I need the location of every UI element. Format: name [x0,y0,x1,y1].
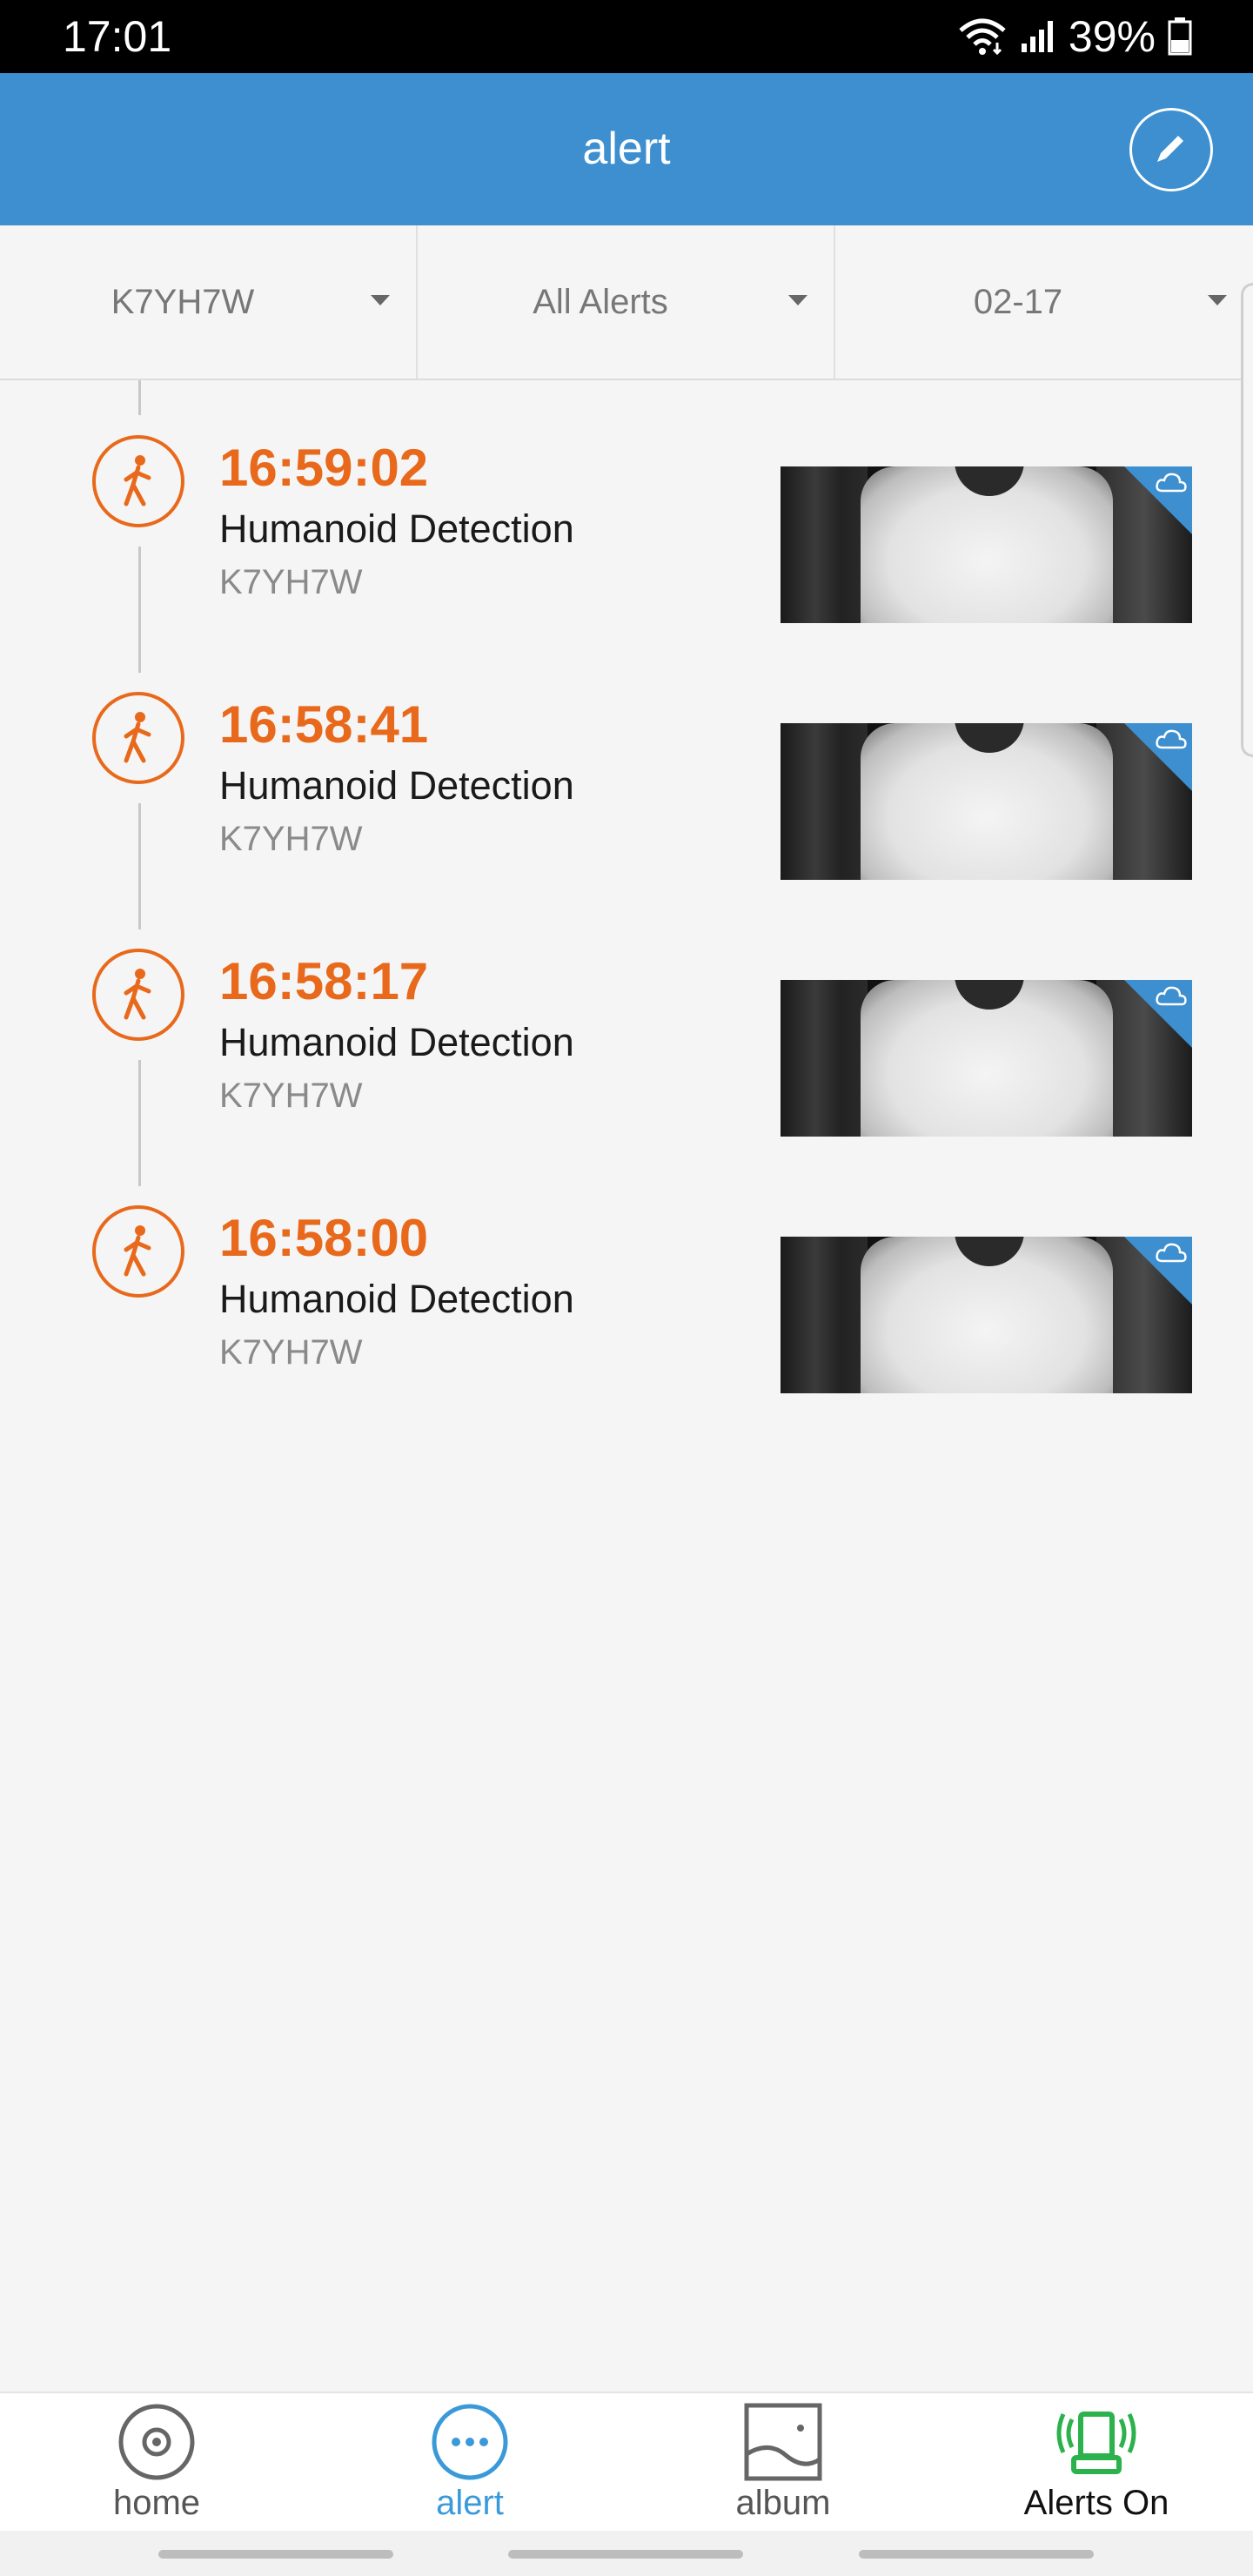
cloud-icon [1154,728,1189,755]
alert-thumbnail[interactable] [781,980,1192,1137]
alert-type: Humanoid Detection [219,1020,574,1064]
filter-bar: K7YH7W All Alerts 02-17 [0,225,1253,380]
nav-album[interactable]: album [626,2393,940,2531]
alert-type-filter-label: All Alerts [533,283,668,321]
nav-alert[interactable]: alert [313,2393,626,2531]
device-filter-label: K7YH7W [111,283,255,321]
app-header: alert [0,73,1253,225]
battery-icon [1168,17,1192,56]
date-filter-dropdown[interactable]: 02-17 [835,225,1253,379]
walking-person-icon [92,949,184,1041]
timeline-line [138,380,141,415]
alert-time: 16:58:41 [219,695,429,754]
signal-icon [1020,19,1056,54]
alert-type-filter-dropdown[interactable]: All Alerts [418,225,835,379]
pencil-icon [1152,129,1190,171]
chat-dots-icon [428,2400,512,2484]
nav-home-label: home [112,2484,201,2522]
cloud-icon [1154,985,1189,1012]
alerts-on-label: Alerts On [1023,2484,1169,2522]
alert-thumbnail[interactable] [781,466,1192,623]
gesture-pill [859,2550,1094,2559]
alarm-bell-icon [1055,2400,1138,2484]
caret-down-icon [371,295,390,305]
battery-text: 39% [1068,12,1156,61]
caret-down-icon [1208,295,1227,305]
alert-time: 16:58:17 [219,952,429,1010]
nav-album-label: album [735,2484,831,2522]
page-title: alert [582,124,671,174]
caret-down-icon [788,295,807,305]
alert-list-item[interactable]: 16:58:00 Humanoid Detection K7YH7W [0,1205,1253,1423]
walking-person-icon [92,1205,184,1298]
alert-thumbnail[interactable] [781,1237,1192,1393]
walking-person-icon [92,692,184,784]
status-bar: 17:01 39% [0,0,1253,73]
cloud-icon [1154,1242,1189,1269]
device-filter-dropdown[interactable]: K7YH7W [0,225,418,379]
gesture-pill [508,2550,743,2559]
alert-type: Humanoid Detection [219,763,574,808]
alert-time: 16:59:02 [219,439,429,497]
nav-alert-label: alert [436,2484,504,2522]
gesture-pill [158,2550,393,2559]
edit-button[interactable] [1129,108,1213,191]
status-time: 17:01 [63,12,172,61]
walking-person-icon [92,435,184,527]
alert-device: K7YH7W [219,563,363,601]
alert-type: Humanoid Detection [219,1277,574,1321]
alert-list-item[interactable]: 16:58:41 Humanoid Detection K7YH7W [0,692,1253,909]
status-icons: 39% [957,10,1192,63]
alert-device: K7YH7W [219,1333,363,1372]
alerts-on-toggle[interactable]: Alerts On [940,2393,1253,2531]
alert-device: K7YH7W [219,1077,363,1115]
date-filter-label: 02-17 [973,283,1063,321]
album-icon [741,2400,825,2484]
alert-device: K7YH7W [219,820,363,858]
home-camera-icon [115,2400,198,2484]
alert-list-item[interactable]: 16:59:02 Humanoid Detection K7YH7W [0,435,1253,653]
cloud-icon [1154,472,1189,499]
alert-list-item[interactable]: 16:58:17 Humanoid Detection K7YH7W [0,949,1253,1166]
alert-time: 16:58:00 [219,1209,429,1267]
gesture-bar [0,2531,1253,2576]
nav-home[interactable]: home [0,2393,313,2531]
wifi-icon [957,17,1008,57]
alert-thumbnail[interactable] [781,723,1192,880]
alert-type: Humanoid Detection [219,506,574,551]
bottom-nav: home alert album Alerts On [0,2392,1253,2531]
